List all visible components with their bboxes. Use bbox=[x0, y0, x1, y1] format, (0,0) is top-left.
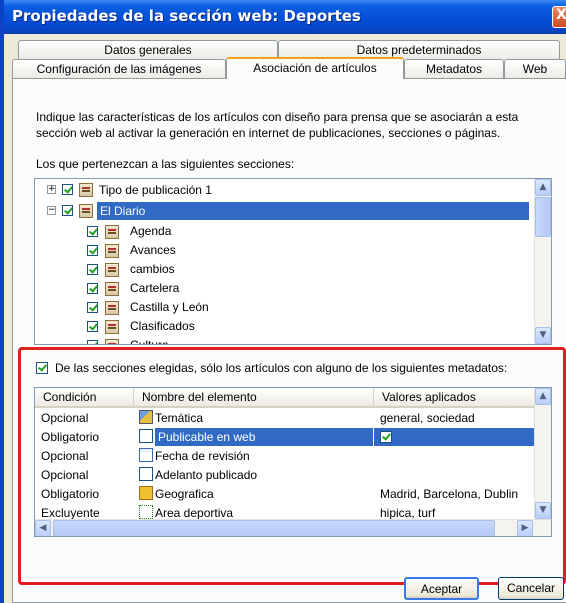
tree-checkbox[interactable] bbox=[62, 205, 73, 216]
publication-icon bbox=[79, 204, 93, 218]
boolean-icon bbox=[139, 429, 153, 443]
condition-cell: Obligatorio bbox=[41, 487, 100, 501]
value-checkbox[interactable] bbox=[380, 431, 392, 443]
tree-vertical-scrollbar[interactable]: ▲ ▼ bbox=[534, 179, 551, 344]
tree-checkbox[interactable] bbox=[87, 321, 98, 332]
sections-tree[interactable]: + Tipo de publicación 1 − El Diario Agen… bbox=[34, 178, 552, 345]
metadata-filter-label: De las secciones elegidas, sólo los artí… bbox=[55, 361, 508, 375]
tree-checkbox[interactable] bbox=[87, 340, 98, 344]
column-header-nombre[interactable]: Nombre del elemento bbox=[134, 388, 374, 408]
condition-cell: Opcional bbox=[41, 468, 89, 482]
sections-label: Los que pertenezcan a las siguientes sec… bbox=[36, 157, 295, 171]
tree-checkbox[interactable] bbox=[87, 283, 98, 294]
close-button[interactable]: X bbox=[552, 6, 566, 28]
section-icon bbox=[105, 244, 119, 258]
section-icon bbox=[105, 301, 119, 315]
section-icon bbox=[105, 282, 119, 296]
tree-item-label: cambios bbox=[130, 262, 175, 276]
element-name-cell: Temática bbox=[155, 411, 204, 425]
tree-item-label: Cartelera bbox=[130, 281, 180, 295]
window-title: Propiedades de la sección web: Deportes bbox=[12, 7, 361, 25]
values-cell: general, sociedad bbox=[380, 411, 475, 425]
cancel-button[interactable]: Cancelar bbox=[498, 577, 564, 600]
element-name-cell: Fecha de revisión bbox=[155, 449, 250, 463]
tree-checkbox[interactable] bbox=[87, 226, 98, 237]
tree-checkbox[interactable] bbox=[87, 264, 98, 275]
condition-cell: Obligatorio bbox=[41, 430, 100, 444]
tab-web[interactable]: Web bbox=[504, 59, 566, 78]
intro-text-line1: Indique las características de los artíc… bbox=[36, 110, 519, 124]
date-icon bbox=[139, 448, 153, 462]
tree-item-label: Castilla y León bbox=[130, 300, 209, 314]
collapse-icon[interactable]: − bbox=[47, 206, 56, 215]
expand-icon[interactable]: + bbox=[47, 185, 56, 194]
accept-button[interactable]: Aceptar bbox=[404, 577, 479, 600]
thematic-icon bbox=[139, 410, 153, 424]
tree-item-label: Avances bbox=[130, 243, 176, 257]
scroll-thumb[interactable] bbox=[53, 520, 495, 536]
metadata-grid[interactable]: Condición Nombre del elemento Valores ap… bbox=[34, 387, 552, 537]
tree-item-label: El Diario bbox=[97, 202, 529, 220]
tree-item-label: Agenda bbox=[130, 224, 172, 238]
column-header-valores[interactable]: Valores aplicados bbox=[374, 388, 535, 408]
section-icon bbox=[105, 320, 119, 334]
scroll-up-icon[interactable]: ▲ bbox=[535, 179, 551, 196]
condition-cell: Opcional bbox=[41, 411, 89, 425]
close-icon: X bbox=[556, 7, 566, 23]
publication-icon bbox=[79, 183, 93, 197]
intro-text-line2: sección web al activar la generación en … bbox=[36, 126, 501, 140]
scroll-left-icon[interactable]: ◀ bbox=[35, 520, 51, 536]
scroll-down-icon[interactable]: ▼ bbox=[535, 502, 551, 519]
column-header-condicion[interactable]: Condición bbox=[35, 388, 134, 408]
section-icon bbox=[105, 339, 119, 344]
tab-metadatos[interactable]: Metadatos bbox=[404, 59, 504, 78]
folder-icon bbox=[139, 486, 153, 500]
scroll-up-icon[interactable]: ▲ bbox=[535, 388, 551, 405]
element-name-cell: Publicable en web bbox=[155, 428, 373, 446]
values-cell[interactable] bbox=[374, 428, 535, 446]
tree-checkbox[interactable] bbox=[87, 302, 98, 313]
boolean-icon bbox=[139, 467, 153, 481]
grid-horizontal-scrollbar[interactable]: ◀ ▶ bbox=[35, 519, 551, 536]
element-name-cell: Adelanto publicado bbox=[155, 468, 258, 482]
scroll-down-icon[interactable]: ▼ bbox=[535, 327, 551, 344]
tree-item-label: Cultura bbox=[130, 338, 169, 345]
scroll-thumb[interactable] bbox=[535, 197, 551, 237]
values-cell: Madrid, Barcelona, Dublin bbox=[380, 487, 519, 501]
section-icon bbox=[105, 263, 119, 277]
title-bar[interactable]: Propiedades de la sección web: Deportes … bbox=[4, 0, 566, 34]
tab-asociacion-articulos[interactable]: Asociación de artículos bbox=[226, 57, 404, 79]
tab-configuracion-imagenes[interactable]: Configuración de las imágenes bbox=[12, 59, 226, 78]
condition-cell: Opcional bbox=[41, 449, 89, 463]
tree-checkbox[interactable] bbox=[87, 245, 98, 256]
tree-item-label: Tipo de publicación 1 bbox=[99, 183, 212, 197]
tree-checkbox[interactable] bbox=[62, 184, 73, 195]
element-name-cell: Geografica bbox=[155, 487, 214, 501]
grid-vertical-scrollbar[interactable]: ▲ ▼ bbox=[534, 388, 551, 519]
metadata-filter-checkbox[interactable] bbox=[36, 362, 48, 374]
text-icon bbox=[139, 505, 153, 519]
section-icon bbox=[105, 225, 119, 239]
scroll-right-icon[interactable]: ▶ bbox=[517, 520, 533, 536]
tree-item-label: Clasificados bbox=[130, 319, 195, 333]
